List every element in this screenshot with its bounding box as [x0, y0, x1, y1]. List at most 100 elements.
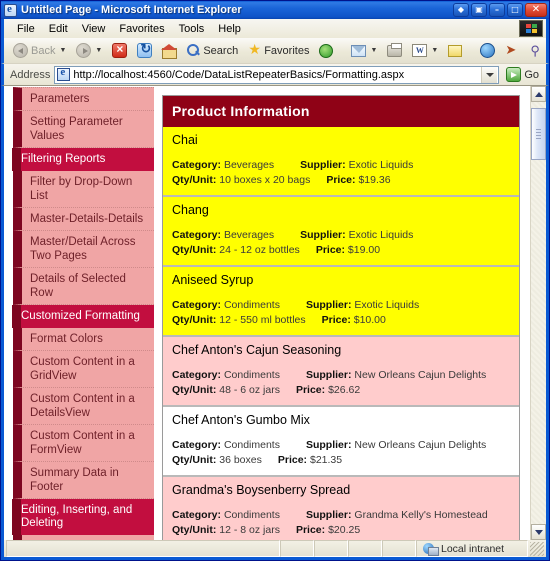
- nav-section-header[interactable]: Customized Formatting: [12, 305, 154, 328]
- research-button[interactable]: ⚲: [526, 42, 548, 60]
- site-navigation-sidebar: Parameters Setting Parameter Values Filter…: [4, 87, 154, 540]
- edit-dropdown-icon[interactable]: ▼: [431, 47, 438, 54]
- sidebar-item[interactable]: Summary Data in Footer: [13, 462, 154, 499]
- menu-tools[interactable]: Tools: [172, 22, 212, 36]
- home-button[interactable]: [158, 42, 181, 60]
- nav-section-header[interactable]: Filtering Reports: [12, 148, 154, 171]
- category-value: Condiments: [223, 299, 280, 311]
- supplier-value: New Orleans Cajun Delights: [354, 369, 487, 381]
- search-label: Search: [203, 44, 239, 57]
- category-label: Category:: [172, 369, 222, 381]
- favorites-button[interactable]: ★ Favorites: [244, 42, 313, 59]
- product-name: Grandma's Boysenberry Spread: [172, 483, 351, 497]
- product-row: Chai Category: Beverages Supplier: Exotic …: [163, 127, 519, 197]
- refresh-button[interactable]: [133, 41, 156, 60]
- supplier-label: Supplier:: [305, 509, 352, 521]
- favorites-star-icon: ★: [248, 41, 261, 57]
- price-label: Price:: [326, 174, 356, 186]
- edit-button[interactable]: W ▼: [408, 42, 442, 59]
- nav-section-header[interactable]: Editing, Inserting, and Deleting: [12, 499, 154, 535]
- security-zone[interactable]: Local intranet: [416, 540, 528, 557]
- price-value: $10.00: [353, 314, 386, 326]
- nav-section: Parameters Setting Parameter Values: [13, 87, 154, 148]
- stop-button[interactable]: [108, 41, 131, 60]
- supplier-label: Supplier:: [300, 229, 346, 241]
- qty-label: Qty/Unit:: [172, 244, 217, 256]
- sidebar-item[interactable]: Master-Details-Details: [13, 208, 154, 231]
- print-button[interactable]: [383, 42, 406, 59]
- product-fields: Category: Condiments Supplier: Exotic Liq…: [172, 298, 510, 328]
- search-button[interactable]: Search: [183, 42, 242, 59]
- scrollbar-track[interactable]: [531, 102, 546, 524]
- status-pane-1: [280, 540, 314, 557]
- notes-button[interactable]: [444, 43, 466, 59]
- qty-label: Qty/Unit:: [172, 384, 217, 396]
- home-icon: [161, 43, 178, 59]
- menu-view[interactable]: View: [75, 22, 113, 36]
- status-panes: [280, 540, 416, 557]
- mail-button[interactable]: ▼: [347, 43, 381, 59]
- price-label: Price:: [295, 384, 326, 396]
- category-label: Category:: [172, 439, 222, 451]
- mail-dropdown-icon[interactable]: ▼: [370, 47, 377, 54]
- maximize-button[interactable]: □: [507, 3, 523, 17]
- supplier-value: Exotic Liquids: [348, 229, 414, 241]
- forward-dropdown-icon[interactable]: ▼: [95, 47, 102, 54]
- forward-button[interactable]: ▼: [72, 41, 106, 60]
- nav-section: Editing, Inserting, and DeletingBasicsDa…: [12, 499, 154, 540]
- notes-icon: [448, 44, 463, 57]
- restore-group-button[interactable]: ◆: [453, 3, 469, 17]
- vertical-scrollbar[interactable]: [530, 86, 546, 540]
- price-label: Price:: [321, 314, 351, 326]
- page-icon: [57, 66, 71, 81]
- go-arrow-icon: [506, 67, 522, 82]
- sidebar-item[interactable]: Format Colors: [13, 328, 154, 351]
- sidebar-item[interactable]: Filter by Drop-Down List: [13, 171, 154, 208]
- sidebar-item[interactable]: Master/Detail Across Two Pages: [13, 231, 154, 268]
- menu-favorites[interactable]: Favorites: [112, 22, 171, 36]
- page-viewport: Parameters Setting Parameter Values Filter…: [1, 86, 549, 540]
- address-input[interactable]: http://localhost:4560/Code/DataListRepea…: [54, 65, 500, 84]
- menu-file[interactable]: File: [10, 22, 42, 36]
- msn-button[interactable]: [476, 41, 499, 60]
- qty-value: 24 - 12 oz bottles: [219, 244, 300, 256]
- back-dropdown-icon[interactable]: ▼: [59, 47, 66, 54]
- sidebar-item[interactable]: Custom Content in a DetailsView: [13, 388, 154, 425]
- media-button[interactable]: [315, 42, 337, 60]
- messenger-button[interactable]: ➤: [501, 42, 524, 59]
- close-icon: ✕: [531, 4, 541, 15]
- back-label: Back: [31, 44, 56, 57]
- status-message: [6, 540, 280, 557]
- shrink-window-button[interactable]: ▣: [471, 3, 487, 17]
- supplier-label: Supplier:: [300, 159, 346, 171]
- minimize-button[interactable]: –: [489, 3, 505, 17]
- navigation-toolbar: Back ▼ ▼ Search ★ Favorites ▼: [1, 38, 549, 64]
- sidebar-item[interactable]: Parameters: [13, 87, 154, 111]
- sidebar-item[interactable]: Setting Parameter Values: [13, 111, 154, 148]
- status-pane-2: [314, 540, 348, 557]
- scrollbar-thumb[interactable]: [531, 108, 546, 160]
- scroll-up-button[interactable]: [531, 86, 546, 102]
- menu-bar: File Edit View Favorites Tools Help: [1, 19, 549, 38]
- address-dropdown-icon[interactable]: [481, 66, 498, 83]
- address-url-text: http://localhost:4560/Code/DataListRepea…: [73, 68, 405, 81]
- research-icon: ⚲: [530, 42, 540, 58]
- sidebar-item[interactable]: Custom Content in a FormView: [13, 425, 154, 462]
- close-button[interactable]: ✕: [525, 3, 547, 17]
- menu-edit[interactable]: Edit: [42, 22, 75, 36]
- back-button[interactable]: Back ▼: [9, 41, 70, 60]
- menu-help[interactable]: Help: [211, 22, 248, 36]
- supplier-value: Exotic Liquids: [354, 299, 420, 311]
- favorites-label: Favorites: [264, 44, 310, 57]
- resize-grip[interactable]: [530, 541, 544, 556]
- go-button[interactable]: Go: [503, 67, 542, 82]
- product-name: Chef Anton's Cajun Seasoning: [172, 343, 342, 357]
- sidebar-item[interactable]: Custom Content in a GridView: [13, 351, 154, 388]
- scroll-down-button[interactable]: [531, 524, 546, 540]
- sidebar-item[interactable]: Basics: [13, 535, 154, 540]
- sidebar-item[interactable]: Details of Selected Row: [13, 268, 154, 305]
- edit-word-icon: W: [412, 44, 428, 57]
- product-fields: Category: Beverages Supplier: Exotic Liqu…: [172, 158, 510, 188]
- status-pane-4: [382, 540, 416, 557]
- search-icon: [187, 44, 200, 57]
